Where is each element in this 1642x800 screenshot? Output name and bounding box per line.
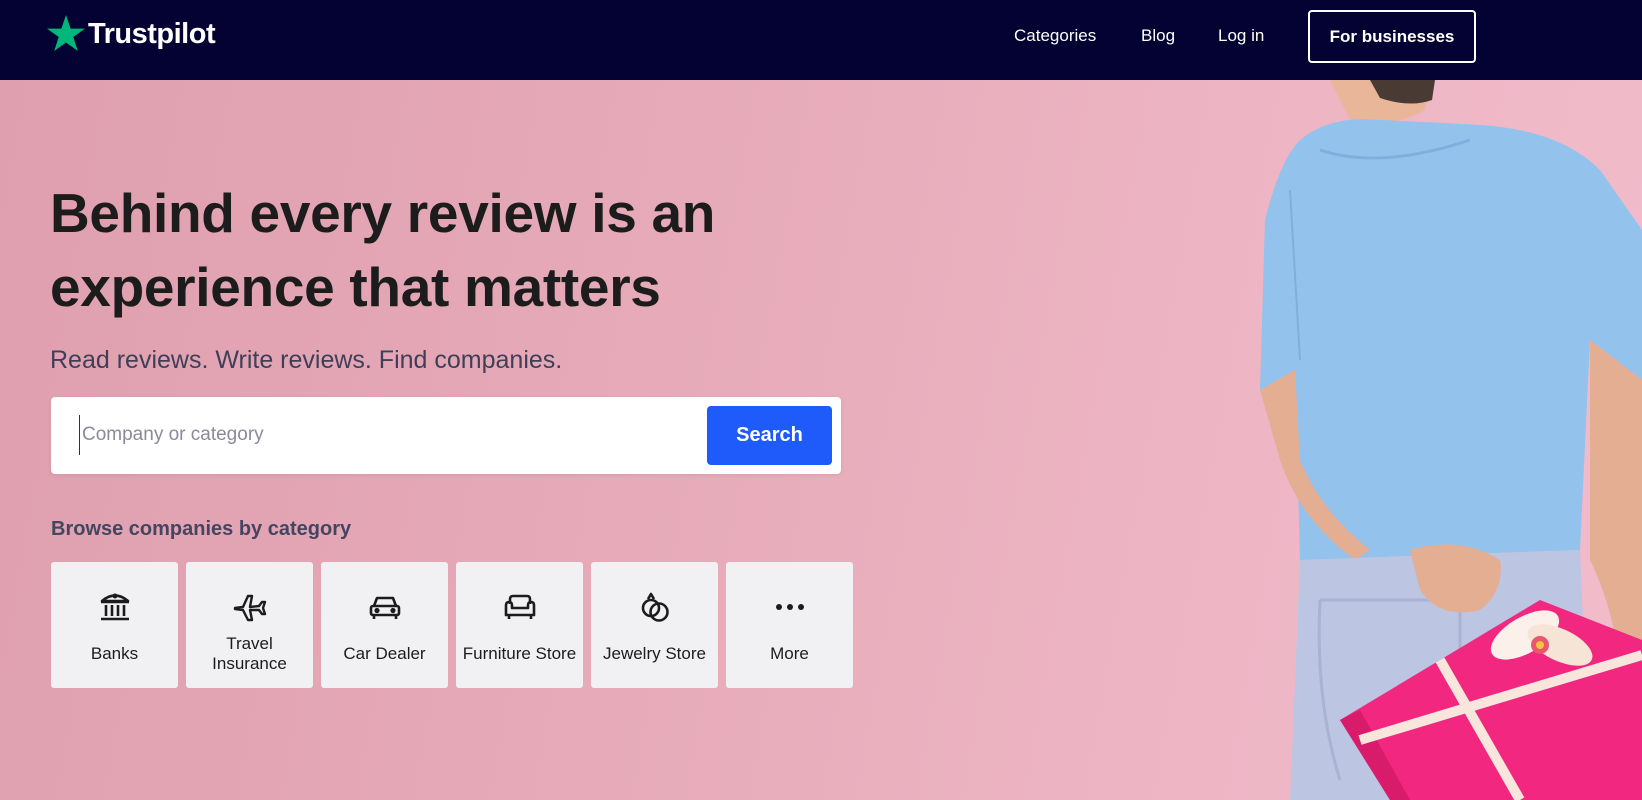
star-logo-icon (47, 15, 85, 51)
rings-icon (591, 588, 718, 626)
company-search-input[interactable] (79, 415, 719, 455)
category-furniture-store[interactable]: Furniture Store (456, 562, 583, 688)
logo-text: Trustpilot (88, 18, 216, 50)
more-icon (726, 588, 853, 626)
site-header: Trustpilot Categories Blog Log in For bu… (0, 0, 1642, 80)
person-with-gift-image (1260, 80, 1642, 800)
for-businesses-button[interactable]: For businesses (1308, 10, 1476, 63)
category-label: Furniture Store (462, 644, 577, 663)
category-jewelry-store[interactable]: Jewelry Store (591, 562, 718, 688)
category-label: Travel Insurance (212, 634, 287, 673)
hero-section: Behind every review is an experience tha… (0, 80, 1642, 800)
category-travel-insurance[interactable]: Travel Insurance (186, 562, 313, 688)
sofa-icon (456, 588, 583, 626)
category-banks[interactable]: Banks (51, 562, 178, 688)
category-list: Banks Travel Insurance Car Dealer Furnit… (51, 562, 853, 688)
hero-subheadline: Read reviews. Write reviews. Find compan… (50, 346, 563, 374)
nav-login-link[interactable]: Log in (1218, 25, 1264, 47)
trustpilot-logo[interactable]: Trustpilot (46, 14, 216, 54)
car-icon (321, 588, 448, 626)
category-car-dealer[interactable]: Car Dealer (321, 562, 448, 688)
airplane-icon (186, 588, 313, 626)
category-label: Jewelry Store (603, 644, 706, 663)
search-bar: Search (51, 397, 841, 474)
hero-headline: Behind every review is an experience tha… (50, 182, 716, 318)
bank-icon (51, 588, 178, 626)
category-label: Car Dealer (343, 644, 426, 663)
category-label: More (770, 644, 809, 663)
search-button[interactable]: Search (707, 406, 832, 465)
nav-blog-link[interactable]: Blog (1141, 25, 1175, 47)
nav-categories-link[interactable]: Categories (1014, 25, 1096, 47)
category-more[interactable]: More (726, 562, 853, 688)
browse-categories-title: Browse companies by category (51, 518, 352, 540)
category-label: Banks (90, 644, 139, 663)
